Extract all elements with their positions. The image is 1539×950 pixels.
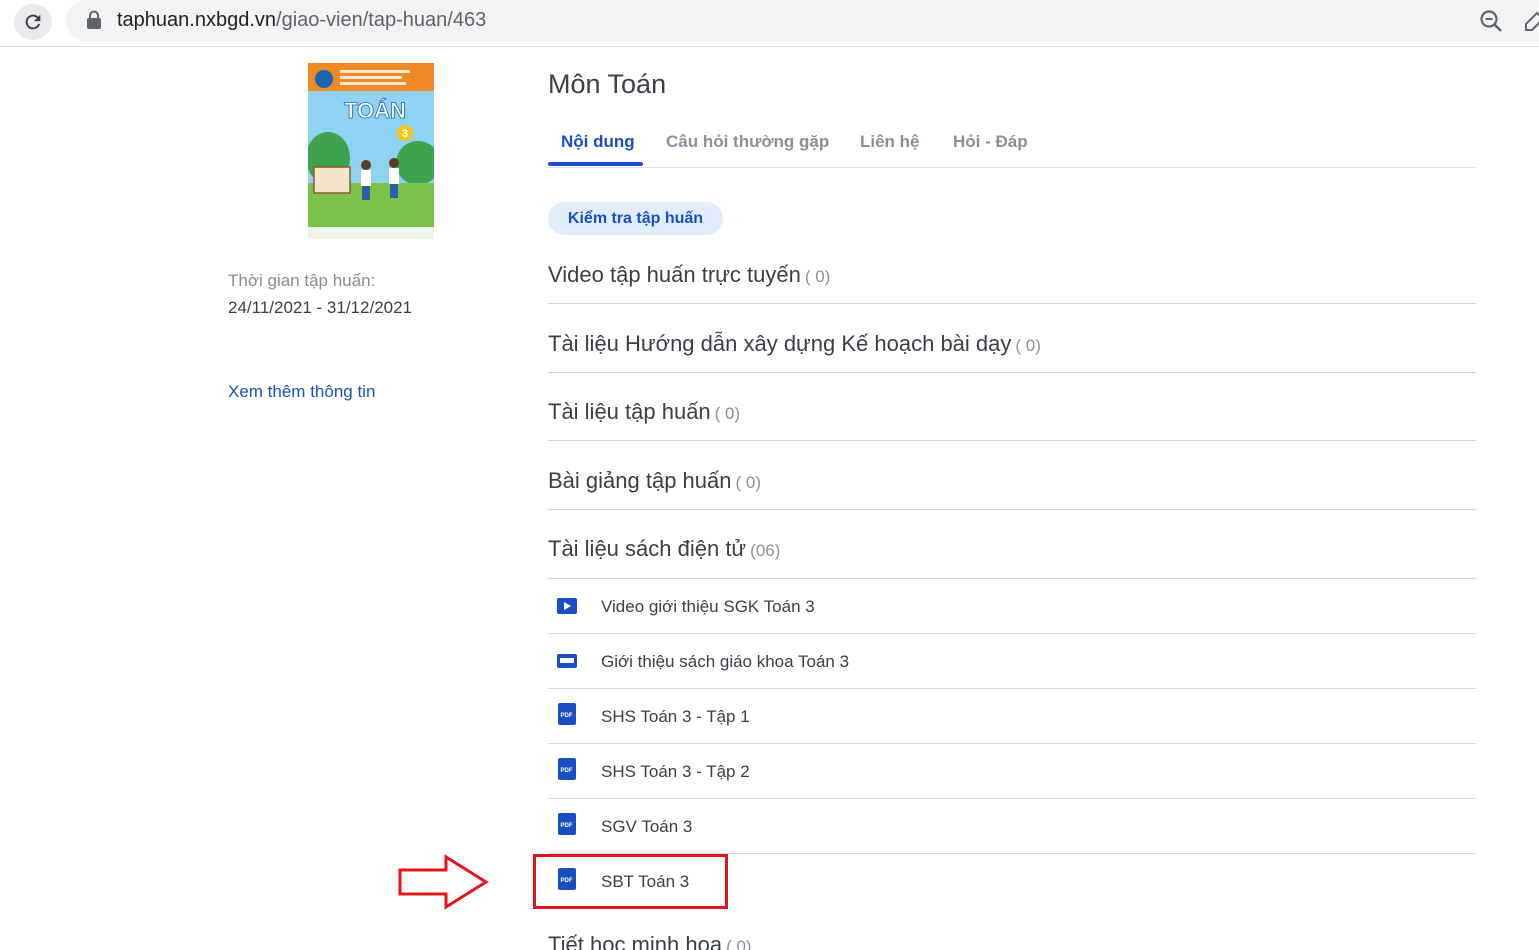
section-title: Tài liệu sách điện tử (06): [548, 536, 780, 562]
section-title: Tài liệu tập huấn( 0): [548, 399, 740, 425]
pdf-icon: PDF: [558, 758, 576, 780]
browser-toolbar: taphuan.nxbgd.vn/giao-vien/tap-huan/463: [0, 0, 1539, 47]
url-text[interactable]: taphuan.nxbgd.vn/giao-vien/tap-huan/463: [117, 9, 486, 32]
section-count: ( 0): [735, 473, 762, 492]
highlight-box: [533, 854, 728, 909]
list-item[interactable]: PDF SGV Toán 3: [548, 799, 1476, 854]
list-item[interactable]: Giới thiệu sách giáo khoa Toán 3: [548, 634, 1476, 689]
training-period-value: 24/11/2021 - 31/12/2021: [228, 298, 413, 317]
document-label: Giới thiệu sách giáo khoa Toán 3: [601, 652, 850, 671]
zoom-icon[interactable]: [1478, 8, 1504, 34]
tab-qa[interactable]: Hỏi - Đáp: [953, 132, 1028, 152]
section-count: ( 0): [1015, 336, 1041, 355]
list-item[interactable]: PDF SHS Toán 3 - Tập 2: [548, 744, 1476, 799]
section-title: Tài liệu Hướng dẫn xây dựng Kế hoạch bài…: [548, 331, 1041, 357]
check-training-button[interactable]: Kiểm tra tập huấn: [548, 202, 723, 235]
pdf-icon: PDF: [558, 703, 576, 725]
document-label: SHS Toán 3 - Tập 2: [601, 762, 750, 781]
pdf-icon: PDF: [558, 813, 576, 835]
section-illustrative-lesson[interactable]: Tiết học minh hoạ( 0): [548, 932, 752, 950]
section-ebook-materials[interactable]: Tài liệu sách điện tử (06): [548, 510, 1476, 579]
list-item[interactable]: Video giới thiệu SGK Toán 3: [548, 579, 1476, 634]
book-number-text: 3: [402, 128, 408, 140]
presentation-icon: [557, 654, 577, 668]
section-title: Bài giảng tập huấn( 0): [548, 468, 761, 494]
url-host: taphuan.nxbgd.vn: [117, 9, 277, 31]
list-item[interactable]: PDF SHS Toán 3 - Tập 1: [548, 689, 1476, 744]
section-label: Video tập huấn trực tuyến: [548, 262, 801, 287]
section-label: Tài liệu Hướng dẫn xây dựng Kế hoạch bài…: [548, 331, 1012, 356]
section-training-materials[interactable]: Tài liệu tập huấn( 0): [548, 373, 1476, 441]
lock-icon[interactable]: [86, 10, 102, 30]
reload-button[interactable]: [14, 4, 52, 40]
svg-text:PDF: PDF: [561, 768, 573, 774]
edit-icon[interactable]: [1524, 10, 1539, 32]
video-play-icon: [557, 598, 577, 614]
document-label: SGV Toán 3: [601, 817, 693, 836]
tab-bar: Nội dung Câu hỏi thường gặp Liên hệ Hỏi …: [548, 122, 1476, 168]
section-count: ( 0): [714, 404, 741, 423]
section-label: Tài liệu sách điện tử: [548, 536, 747, 561]
section-count: (06): [750, 541, 781, 560]
tab-content[interactable]: Nội dung: [561, 132, 635, 152]
url-path: /giao-vien/tap-huan/463: [276, 9, 487, 31]
document-label: Video giới thiệu SGK Toán 3: [601, 597, 815, 616]
training-period-label: Thời gian tập huấn:: [228, 271, 376, 290]
page-title: Môn Toán: [548, 69, 667, 99]
red-arrow-icon: [398, 854, 489, 910]
section-label: Tài liệu tập huấn: [548, 399, 711, 424]
section-label: Tiết học minh hoạ: [548, 932, 723, 950]
section-count: ( 0): [804, 267, 831, 286]
book-title-text: TOÁN: [344, 98, 406, 123]
section-label: Bài giảng tập huấn: [548, 468, 732, 493]
section-title: Video tập huấn trực tuyến( 0): [548, 262, 830, 288]
section-count: ( 0): [726, 937, 752, 950]
book-cover-image[interactable]: TOÁN 3: [308, 63, 434, 239]
document-label: SHS Toán 3 - Tập 1: [601, 707, 750, 726]
active-tab-indicator: [548, 162, 643, 166]
tab-contact[interactable]: Liên hệ: [860, 132, 920, 152]
section-online-video[interactable]: Video tập huấn trực tuyến( 0): [548, 250, 1476, 304]
svg-text:PDF: PDF: [561, 823, 573, 829]
tab-faq[interactable]: Câu hỏi thường gặp: [666, 132, 829, 152]
svg-text:PDF: PDF: [561, 713, 573, 719]
section-training-lectures[interactable]: Bài giảng tập huấn( 0): [548, 441, 1476, 510]
more-info-link[interactable]: Xem thêm thông tin: [228, 382, 375, 402]
section-lesson-plan-guide[interactable]: Tài liệu Hướng dẫn xây dựng Kế hoạch bài…: [548, 304, 1476, 373]
reload-icon: [25, 14, 41, 30]
